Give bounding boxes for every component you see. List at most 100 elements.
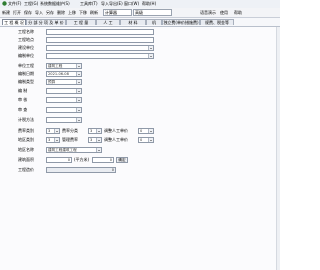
labor-price-adjust-value: 0 <box>140 129 143 133</box>
chevron-down-icon[interactable] <box>148 129 153 133</box>
tax-method-select[interactable] <box>46 117 82 123</box>
reviewed-by-select[interactable] <box>46 97 82 103</box>
chevron-down-icon[interactable] <box>76 80 81 84</box>
construction-unit-field[interactable] <box>46 45 154 51</box>
nature-label: 单位工程 <box>18 63 34 68</box>
new-button[interactable]: 新建 <box>2 9 10 16</box>
prepare-type-value: 预算 <box>48 80 56 84</box>
rate-class-value: 3 <box>90 129 93 133</box>
chevron-down-icon[interactable] <box>54 138 59 142</box>
chevron-down-icon[interactable] <box>96 129 101 133</box>
import-button[interactable]: 导入 <box>35 9 43 16</box>
region-category-select[interactable]: 3 <box>46 137 60 143</box>
delete-button[interactable]: 删除 <box>57 9 65 16</box>
chevron-down-icon[interactable] <box>148 54 153 58</box>
help-button[interactable]: 帮助 <box>234 9 242 16</box>
tax-method-label: 计税方法 <box>18 117 34 122</box>
area-mid-field[interactable]: 0 <box>92 157 114 163</box>
labor-price-adjust-2-label: 调整人工单价 <box>104 137 128 142</box>
toolbar: 新建 打开 保存 导入 另存 删除 上移 下移 刷新 计算器 高级 语音演示 使… <box>0 8 280 18</box>
save-button[interactable]: 保存 <box>24 9 32 16</box>
app-icon <box>2 1 7 7</box>
building-area-label: 建筑面积 <box>18 157 34 162</box>
rate-category-label: 费率类别 <box>18 128 34 133</box>
use-button[interactable]: 使用 <box>220 9 228 16</box>
calculator-select[interactable]: 计算器 <box>103 9 132 16</box>
building-area-field[interactable]: 0 <box>46 157 72 163</box>
management-fee-value: 3 <box>90 138 93 142</box>
checked-by-select[interactable] <box>46 107 82 113</box>
tab-labor[interactable]: 人 工 <box>96 19 120 25</box>
rate-category-select[interactable]: 3 <box>46 128 60 134</box>
chevron-down-icon[interactable] <box>76 118 81 122</box>
refresh-button[interactable]: 刷新 <box>90 9 98 16</box>
chevron-down-icon[interactable] <box>148 46 153 50</box>
rate-class-select[interactable]: 3 <box>88 128 102 134</box>
tab-fees-taxes[interactable]: 规费、税金等 <box>200 19 234 25</box>
labor-price-adjust-2-value: 0 <box>140 138 143 142</box>
project-name-label: 工程名称 <box>18 29 34 34</box>
menu-system-data[interactable]: 系统数据维护(S) <box>40 1 70 7</box>
tab-independent-fees[interactable]: 独立费(单价措施费) <box>162 19 200 25</box>
checked-by-label: 审 查 <box>18 107 28 112</box>
project-cost-label: 工程造价 <box>18 167 34 172</box>
prepare-type-label: 编制类型 <box>18 79 34 84</box>
labor-price-adjust-2-select[interactable]: 0 <box>138 137 154 143</box>
voice-demo-button[interactable]: 语音演示 <box>200 9 216 16</box>
menu-window[interactable]: 窗口(W) <box>124 1 139 7</box>
chevron-down-icon[interactable] <box>54 129 59 133</box>
prepare-type-select[interactable]: 预算 <box>46 79 82 85</box>
chevron-down-icon[interactable] <box>76 98 81 102</box>
move-down-button[interactable]: 下移 <box>79 9 87 16</box>
project-name-field[interactable] <box>46 29 154 35</box>
prepare-date-field[interactable]: 2021-06-08 <box>46 71 82 77</box>
menu-import-export[interactable]: 导入导出(E) <box>101 1 123 7</box>
menu-project[interactable]: 工程(G) <box>24 1 38 7</box>
level-select[interactable]: 高级 <box>133 9 172 16</box>
prepare-date-label: 编制日期 <box>18 71 34 76</box>
prepared-by-label: 编 制 <box>18 88 28 93</box>
chevron-down-icon[interactable] <box>76 64 81 68</box>
rate-class-label: 费率分类 <box>62 128 78 133</box>
confirm-button[interactable]: 确定 <box>116 157 128 163</box>
project-location-label: 工程地点 <box>18 37 34 42</box>
chevron-down-icon[interactable] <box>148 138 153 142</box>
open-button[interactable]: 打开 <box>13 9 21 16</box>
labor-price-adjust-label: 调整人工单价 <box>104 128 128 133</box>
prepare-unit-field[interactable] <box>46 53 154 59</box>
tab-division-items[interactable]: 分 部 分 项 及 单 价 <box>26 19 66 25</box>
nature-value: 建筑工程 <box>48 64 63 68</box>
rate-category-value: 3 <box>48 129 51 133</box>
nature-select[interactable]: 建筑工程 <box>46 63 82 69</box>
move-up-button[interactable]: 上移 <box>68 9 76 16</box>
save-as-button[interactable]: 另存 <box>46 9 54 16</box>
prepare-unit-label: 编制单位 <box>18 53 34 58</box>
project-location-field[interactable] <box>46 37 154 43</box>
vertical-scrollbar[interactable] <box>276 27 280 270</box>
menu-file[interactable]: 文件(F) <box>8 1 21 7</box>
region-name-select[interactable]: 建筑工程建筑工程 <box>46 147 102 153</box>
menu-help[interactable]: 帮助(H) <box>142 1 156 7</box>
tab-materials[interactable]: 材 料 <box>120 19 146 25</box>
construction-unit-label: 建设单位 <box>18 45 34 50</box>
prepared-by-select[interactable] <box>46 88 82 94</box>
region-name-value: 建筑工程建筑工程 <box>48 148 77 152</box>
labor-price-adjust-select[interactable]: 0 <box>138 128 154 134</box>
chevron-down-icon[interactable] <box>76 108 81 112</box>
area-unit-label: (平方米) <box>74 157 90 162</box>
prepare-date-value: 2021-06-08 <box>48 72 69 76</box>
menu-tools[interactable]: 工具库(T) <box>80 1 98 7</box>
region-category-value: 3 <box>48 138 51 142</box>
tab-quantities[interactable]: 工 程 量 <box>66 19 96 25</box>
region-category-label: 地区类别 <box>18 137 34 142</box>
tab-machinery[interactable]: 机 <box>146 19 162 25</box>
project-overview-form: 工程名称 工程地点 建设单位 编制单位 单位工程 建筑工程 编制日期 2021-… <box>0 27 280 270</box>
project-cost-field: 0 <box>46 167 116 173</box>
chevron-down-icon[interactable] <box>76 89 81 93</box>
chevron-down-icon[interactable] <box>76 72 81 76</box>
management-fee-select[interactable]: 3 <box>88 137 102 143</box>
tab-project-overview[interactable]: 工 程 概 况 <box>2 19 26 25</box>
chevron-down-icon[interactable] <box>96 148 101 152</box>
chevron-down-icon[interactable] <box>96 138 101 142</box>
reviewed-by-label: 审 核 <box>18 97 28 102</box>
